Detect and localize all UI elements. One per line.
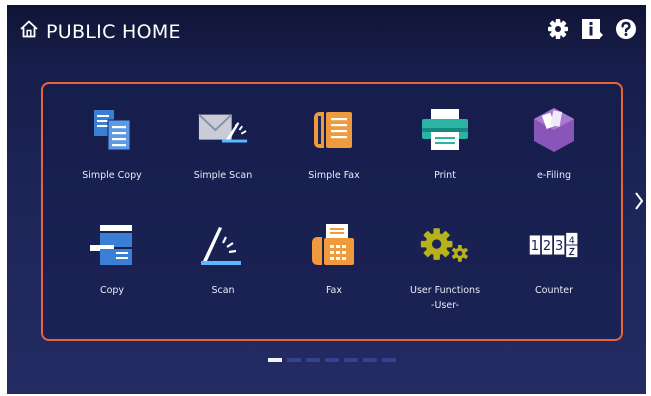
home-icon bbox=[19, 19, 39, 44]
function-panel: Simple Copy Simple Scan Simple Fax Print… bbox=[41, 82, 623, 341]
tile-label: Fax bbox=[325, 285, 343, 296]
help-icon[interactable] bbox=[615, 18, 637, 40]
tile-label: e-Filing bbox=[536, 170, 571, 181]
page-dot[interactable] bbox=[306, 358, 320, 362]
simple-scan-icon bbox=[197, 104, 249, 156]
simple-fax-icon bbox=[308, 104, 360, 156]
tile-label: Simple Copy bbox=[82, 170, 142, 181]
tile-label-main: User Functions bbox=[409, 285, 481, 296]
tile-label: User Functions -User- bbox=[410, 283, 480, 313]
page-dot[interactable] bbox=[287, 358, 301, 362]
counter-icon: 1 2 3 4 bbox=[528, 219, 580, 271]
page-dot[interactable] bbox=[382, 358, 396, 362]
next-page-arrow[interactable] bbox=[634, 191, 644, 216]
page-indicator bbox=[268, 358, 396, 362]
counter-digit: 1 bbox=[531, 239, 539, 254]
copy-icon bbox=[86, 219, 138, 271]
tile-simple-scan[interactable]: Simple Scan bbox=[168, 104, 278, 204]
tile-label: Simple Fax bbox=[308, 170, 360, 181]
header-bar: PUBLIC HOME bbox=[7, 5, 646, 60]
scan-icon bbox=[197, 219, 249, 271]
counter-digit: 2 bbox=[543, 239, 551, 254]
tile-user-functions[interactable]: User Functions -User- bbox=[390, 219, 500, 319]
tile-label-sub: -User- bbox=[431, 300, 459, 311]
gear-icon[interactable] bbox=[547, 18, 569, 40]
tile-e-filing[interactable]: e-Filing bbox=[499, 104, 609, 204]
tile-label: Scan bbox=[211, 285, 235, 296]
tile-label: Copy bbox=[99, 285, 125, 296]
counter-digit: 3 bbox=[555, 239, 563, 254]
tile-fax[interactable]: Fax bbox=[279, 219, 389, 319]
user-functions-icon bbox=[419, 219, 471, 271]
page-dot[interactable] bbox=[344, 358, 358, 362]
device-screen: PUBLIC HOME Simple Copy Simple Scan Simp… bbox=[7, 5, 646, 394]
page-dot[interactable] bbox=[325, 358, 339, 362]
tile-print[interactable]: Print bbox=[390, 104, 500, 204]
page-dot[interactable] bbox=[268, 358, 282, 362]
page-dot[interactable] bbox=[363, 358, 377, 362]
tile-simple-fax[interactable]: Simple Fax bbox=[279, 104, 389, 204]
tile-simple-copy[interactable]: Simple Copy bbox=[57, 104, 167, 204]
simple-copy-icon bbox=[86, 104, 138, 156]
home-button[interactable]: PUBLIC HOME bbox=[19, 19, 181, 44]
counter-digit: 4 bbox=[569, 235, 575, 246]
print-icon bbox=[419, 104, 471, 156]
tile-counter[interactable]: 1 2 3 4 Counter bbox=[499, 219, 609, 319]
e-filing-icon bbox=[528, 104, 580, 156]
tile-label: Counter bbox=[535, 285, 573, 296]
page-title: PUBLIC HOME bbox=[46, 20, 181, 43]
tile-label: Print bbox=[434, 170, 456, 181]
info-icon[interactable] bbox=[581, 18, 603, 40]
chevron-right-icon bbox=[635, 192, 644, 210]
tile-scan[interactable]: Scan bbox=[168, 219, 278, 319]
tile-label: Simple Scan bbox=[193, 170, 253, 181]
fax-icon bbox=[308, 219, 360, 271]
tile-copy[interactable]: Copy bbox=[57, 219, 167, 319]
